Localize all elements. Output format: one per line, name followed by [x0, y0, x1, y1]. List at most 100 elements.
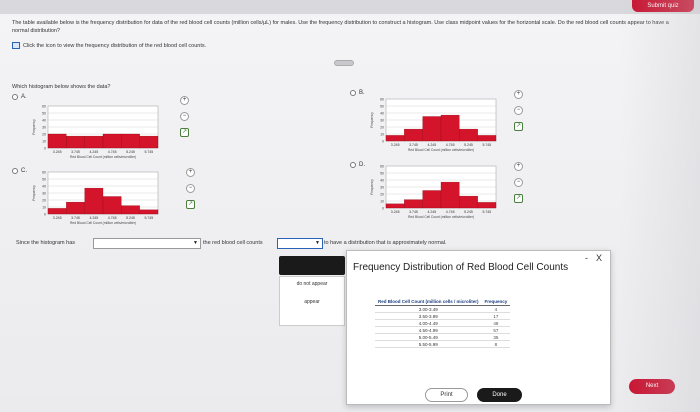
table-icon[interactable] — [12, 42, 20, 49]
zoom-in-icon[interactable]: + — [186, 168, 195, 177]
x-tick-label: 5.745 — [482, 143, 491, 147]
option-a[interactable]: A. — [12, 94, 27, 100]
frequency-table-link[interactable]: Click the icon to view the frequency dis… — [12, 42, 206, 49]
y-tick-label: 60 — [380, 98, 384, 102]
top-bar: Submit quiz — [0, 0, 700, 14]
histogram-bar — [66, 201, 85, 215]
zoom-out-icon[interactable]: − — [186, 184, 195, 193]
external-link-icon[interactable]: ↗ — [186, 200, 195, 209]
histogram-bar — [440, 181, 460, 209]
chevron-down-icon[interactable]: ▼ — [315, 238, 321, 249]
y-tick-label: 40 — [380, 112, 384, 116]
x-tick-label: 3.745 — [71, 216, 80, 220]
x-tick-label: 5.245 — [464, 143, 473, 147]
table-row: 4.00-4.49 48 — [375, 319, 511, 327]
x-tick-label: 5.745 — [144, 216, 153, 220]
histogram-bar — [422, 190, 442, 209]
close-button[interactable]: X — [596, 253, 602, 263]
shape-select[interactable] — [93, 238, 201, 249]
option-b-radio[interactable] — [350, 90, 356, 96]
y-tick-label: 60 — [42, 171, 46, 175]
histogram-bar — [102, 133, 122, 149]
histogram-bar — [440, 114, 460, 142]
zoom-out-icon[interactable]: − — [180, 112, 189, 121]
dropdown-header — [279, 256, 345, 275]
question-text: The table available below is the frequen… — [12, 20, 669, 34]
zoom-out-icon[interactable]: − — [514, 106, 523, 115]
column-header: Red Blood Cell Count (million cells / mi… — [375, 298, 482, 306]
x-tick-label: 3.245 — [391, 210, 400, 214]
y-tick-label: 30 — [380, 186, 384, 190]
option-c[interactable]: C. — [12, 168, 27, 174]
x-tick-label: 5.245 — [464, 210, 473, 214]
table-row: 3.00-3.49 4 — [375, 305, 511, 313]
x-tick-label: 3.245 — [53, 150, 62, 154]
x-axis-label: Red Blood Cell Count (million cells/micr… — [70, 221, 136, 225]
histogram-c: 0 10 20 30 40 50 60 3.245 3.745 4.245 4.745 5.245 5.… — [32, 171, 159, 225]
column-header: Frequency — [481, 298, 511, 306]
histogram-bar — [47, 208, 67, 215]
splitter-handle[interactable] — [334, 60, 354, 66]
range-cell: 4.00-4.49 — [375, 319, 482, 327]
option-d[interactable]: D. — [350, 162, 365, 168]
frequency-cell: 57 — [481, 326, 511, 334]
histogram-bar — [66, 135, 85, 149]
y-tick-label: 30 — [42, 192, 46, 196]
external-link-icon[interactable]: ↗ — [514, 194, 523, 203]
option-a-radio[interactable] — [12, 94, 18, 100]
histogram-d: 0 10 20 30 40 50 60 3.245 3.745 4.245 4.745 5.245 5.… — [370, 165, 497, 219]
table-row: 5.00-5.49 35 — [375, 333, 511, 341]
y-axis-label: Frequency — [32, 119, 36, 135]
frequency-cell: 48 — [481, 319, 511, 327]
appear-dropdown-list: do not appear appear — [279, 276, 345, 326]
x-tick-label: 3.245 — [53, 216, 62, 220]
zoom-in-icon[interactable]: + — [514, 162, 523, 171]
y-tick-label: 60 — [380, 165, 384, 169]
minimize-button[interactable]: - — [585, 253, 588, 263]
y-tick-label: 20 — [42, 199, 46, 203]
chevron-down-icon[interactable]: ▼ — [193, 238, 199, 249]
icon-instruction: Click the icon to view the frequency dis… — [23, 42, 207, 49]
x-tick-label: 4.245 — [427, 143, 436, 147]
option-d-radio[interactable] — [350, 162, 356, 168]
page: Submit quiz The table available below is… — [0, 0, 700, 412]
histogram-bar — [404, 128, 423, 142]
option-c-radio[interactable] — [12, 168, 18, 174]
histogram-bar — [139, 135, 159, 149]
zoom-out-icon[interactable]: − — [514, 178, 523, 187]
histogram-bar — [102, 196, 122, 215]
dropdown-option[interactable]: do not appear — [280, 277, 344, 291]
y-axis-label: Frequency — [370, 112, 374, 128]
y-tick-label: 20 — [380, 193, 384, 197]
option-d-label: D. — [359, 162, 365, 168]
range-cell: 4.50-4.99 — [375, 326, 482, 334]
done-button[interactable]: Done — [477, 388, 522, 402]
zoom-in-icon[interactable]: + — [180, 96, 189, 105]
y-tick-label: 10 — [42, 206, 46, 210]
option-b[interactable]: B. — [350, 90, 365, 96]
submit-quiz-button[interactable]: Submit quiz — [632, 0, 694, 12]
frequency-cell: 8 — [481, 340, 511, 348]
dropdown-option[interactable]: appear — [280, 295, 344, 309]
y-tick-label: 50 — [380, 105, 384, 109]
option-c-label: C. — [21, 168, 27, 174]
print-button[interactable]: Print — [425, 388, 468, 402]
x-tick-label: 4.245 — [89, 216, 98, 220]
sentence-prefix: Since the histogram has — [16, 240, 76, 246]
screen-glare — [620, 0, 700, 412]
histogram-bar — [84, 135, 104, 149]
popup-title: Frequency Distribution of Red Blood Cell… — [353, 262, 569, 273]
zoom-in-icon[interactable]: + — [514, 90, 523, 99]
histogram-bar — [385, 135, 405, 142]
histogram-bar — [47, 133, 67, 149]
external-link-icon[interactable]: ↗ — [514, 122, 523, 131]
option-a-label: A. — [21, 94, 27, 100]
y-tick-label: 40 — [42, 185, 46, 189]
histogram-bar — [121, 205, 140, 215]
next-button[interactable]: Next — [629, 379, 675, 394]
y-tick-label: 0 — [44, 147, 46, 151]
y-tick-label: 0 — [382, 207, 384, 211]
histogram-bar — [422, 116, 442, 142]
frequency-cell: 4 — [481, 305, 511, 313]
external-link-icon[interactable]: ↗ — [180, 128, 189, 137]
